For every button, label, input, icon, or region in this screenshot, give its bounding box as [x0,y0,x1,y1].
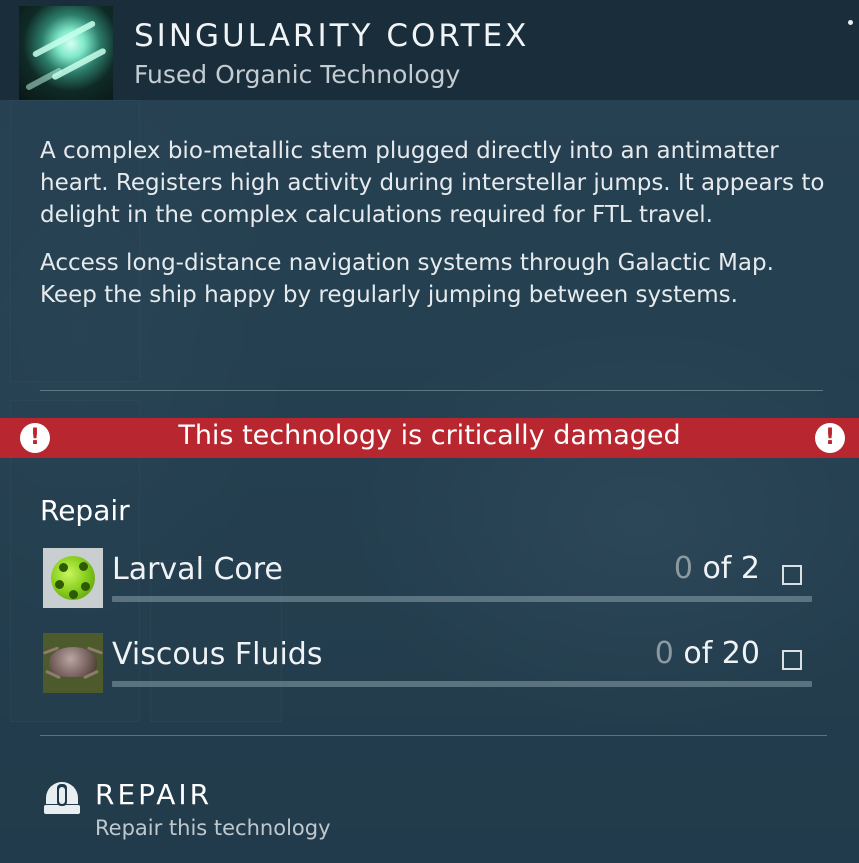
warning-icon: ! [815,423,845,453]
repair-action-description: Repair this technology [95,816,331,840]
requirement-progress-bar [112,681,812,687]
requirement-row: Larval Core 0 of 2 [40,548,820,610]
repair-hold-icon[interactable] [42,778,82,818]
item-description: A complex bio-metallic stem plugged dire… [40,135,830,327]
requirement-progress-bar [112,596,812,602]
singularity-cortex-icon [19,6,113,100]
requirement-needed: of 20 [683,636,760,671]
repair-action-label[interactable]: REPAIR [95,778,212,811]
item-subtitle: Fused Organic Technology [134,60,461,89]
damage-warning-text: This technology is critically damaged [178,420,681,451]
viscous-fluids-icon [42,633,104,693]
requirement-name: Larval Core [112,552,283,587]
requirement-checkbox [782,650,802,670]
requirement-have: 0 [654,636,674,671]
tooltip-header: SINGULARITY CORTEX Fused Organic Technol… [0,0,859,100]
requirement-row: Viscous Fluids 0 of 20 [40,633,820,695]
requirement-name: Viscous Fluids [112,637,323,672]
requirement-needed: of 2 [702,551,760,586]
description-paragraph: Access long-distance navigation systems … [40,250,774,308]
divider [40,735,827,736]
larval-core-icon [43,548,103,608]
divider [40,390,823,391]
requirement-checkbox [782,565,802,585]
description-paragraph: A complex bio-metallic stem plugged dire… [40,138,825,228]
repair-heading: Repair [40,494,130,527]
requirement-count: 0 of 20 [655,636,760,671]
requirement-count: 0 of 2 [674,551,760,586]
requirement-have: 0 [673,551,693,586]
indicator-dot [848,20,853,25]
item-title: SINGULARITY CORTEX [134,18,530,54]
